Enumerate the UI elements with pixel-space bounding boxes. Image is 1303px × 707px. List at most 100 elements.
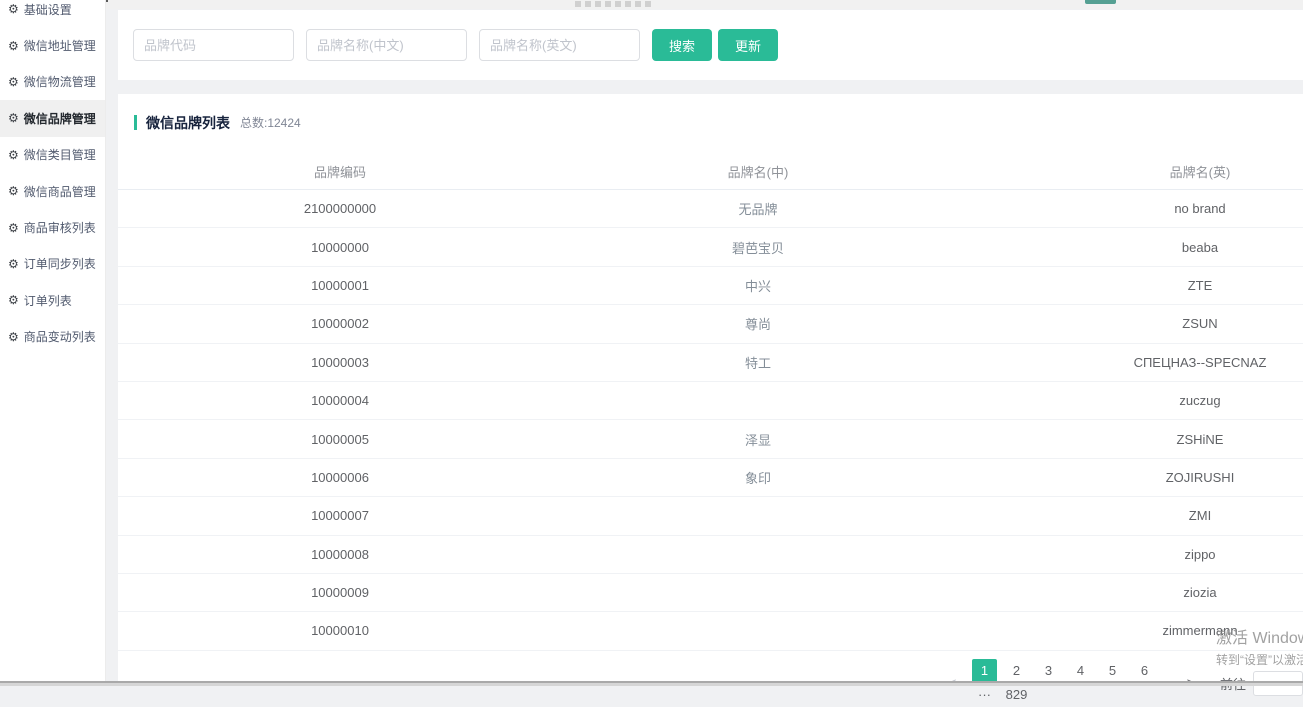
table-row: 10000002 尊尚 ZSUN (118, 305, 1303, 344)
total-count: 总数:12424 (240, 116, 301, 130)
sidebar-item-label: 商品变动列表 (23, 330, 96, 345)
column-header-brand-code: 品牌编码 (313, 165, 366, 180)
sidebar-item-wechat-brand[interactable]: ⚙ 微信品牌管理 (0, 100, 105, 137)
gear-icon: ⚙ (8, 220, 19, 235)
cell-brand-name-en: zuczug (1179, 393, 1221, 409)
sidebar-menu: ⚙ 基础设置 ⚙ 微信地址管理 ⚙ 微信物流管理 ⚙ 微信品牌管理 ⚙ 微信类目管理 ⚙ 微信商品管理… (0, 0, 105, 355)
list-title-row: 微信品牌列表 总数:12424 (118, 94, 1303, 131)
sidebar-item-wechat-category[interactable]: ⚙ 微信类目管理 (0, 137, 105, 173)
table-row: 10000008 zippo (118, 536, 1303, 574)
table-row: 10000001 中兴 ZTE (118, 267, 1303, 306)
table-row: 10000003 特工 СПЕЦНАЗ--SPECNAZ (118, 344, 1303, 382)
cell-brand-code: 10000008 (311, 546, 369, 562)
column-header-brand-name-en: 品牌名(英) (1169, 165, 1231, 180)
watermark-line1: 激活 Windows (1216, 630, 1303, 647)
page-button-3[interactable]: 3 (1036, 659, 1061, 683)
sidebar-item-label: 订单列表 (23, 293, 72, 308)
sidebar-item-wechat-address[interactable]: ⚙ 微信地址管理 (0, 27, 105, 63)
sidebar-item-order-list[interactable]: ⚙ 订单列表 (0, 282, 105, 318)
page-button-1[interactable]: 1 (972, 659, 997, 683)
page-button-829[interactable]: 829 (1004, 683, 1029, 707)
watermark-line2: 转到“设置”以激活 Windows (1216, 653, 1303, 667)
cell-brand-name-zh: 泽显 (744, 432, 771, 448)
cell-brand-name-zh: 特工 (744, 355, 771, 371)
table-row: 10000009 ziozia (118, 574, 1303, 613)
column-header-brand-name-zh: 品牌名(中) (727, 165, 789, 180)
table-row: 2100000000 无品牌 no brand (118, 190, 1303, 229)
windows-activation-watermark: 激活 Windows 转到“设置”以激活 Windows (1216, 624, 1303, 668)
sidebar-item-wechat-logistics[interactable]: ⚙ 微信物流管理 (0, 64, 105, 100)
more-pages-button[interactable]: ··· (972, 683, 997, 707)
cell-brand-name-en: ziozia (1183, 585, 1217, 601)
search-bar: 搜索 更新 (118, 10, 1303, 80)
sidebar-item-product-change[interactable]: ⚙ 商品变动列表 (0, 319, 105, 355)
table-body: 2100000000 无品牌 no brand 10000000 碧芭宝贝 beaba 10… (118, 190, 1303, 651)
sidebar-item-label: 商品审核列表 (23, 221, 96, 236)
page-button-4[interactable]: 4 (1068, 659, 1093, 683)
bottom-edge-bar (0, 681, 1303, 686)
brand-name-en-input[interactable] (479, 29, 640, 61)
table-header-row: 品牌编码 品牌名(中) 品牌名(英) (118, 154, 1303, 190)
cell-brand-name-en: zippo (1184, 546, 1216, 562)
table-row: 10000004 zuczug (118, 382, 1303, 421)
cell-brand-code: 10000004 (311, 393, 369, 409)
table-row: 10000006 象印 ZOJIRUSHI (118, 459, 1303, 498)
page-title: 微信品牌列表 (146, 114, 230, 131)
cell-brand-code: 10000009 (311, 585, 369, 601)
page-button-2[interactable]: 2 (1004, 659, 1029, 683)
update-button[interactable]: 更新 (718, 29, 779, 61)
table-row: 10000000 碧芭宝贝 beaba (118, 228, 1303, 267)
cell-brand-code: 10000010 (311, 623, 369, 639)
cell-brand-name-en: no brand (1174, 201, 1226, 217)
cell-brand-name-zh: 无品牌 (738, 202, 778, 218)
gear-icon: ⚙ (8, 256, 19, 271)
cell-brand-name-en: ZMI (1188, 508, 1212, 524)
search-button[interactable]: 搜索 (652, 29, 713, 61)
cell-brand-code: 10000006 (311, 469, 369, 485)
gear-icon: ⚙ (8, 184, 19, 199)
brand-table: 品牌编码 品牌名(中) 品牌名(英) 2100000000 无品牌 no brand… (118, 154, 1303, 651)
sidebar-item-basic-settings[interactable]: ⚙ 基础设置 (0, 0, 105, 27)
gear-icon: ⚙ (8, 2, 19, 17)
cell-brand-name-en: ZTE (1187, 277, 1213, 293)
cell-brand-code: 10000007 (311, 508, 369, 524)
cell-brand-code: 10000001 (311, 277, 369, 293)
cell-brand-name-zh: 象印 (744, 470, 771, 486)
table-row: 10000005 泽显 ZSHiNE (118, 420, 1303, 459)
gear-icon: ⚙ (8, 147, 19, 162)
sidebar-item-label: 微信物流管理 (23, 75, 96, 90)
cell-brand-name-en: СПЕЦНАЗ--SPECNAZ (1133, 354, 1267, 370)
sidebar-item-wechat-product[interactable]: ⚙ 微信商品管理 (0, 173, 105, 209)
top-clipped-bar (106, 0, 1303, 9)
top-clipped-toggle (1085, 0, 1116, 4)
sidebar-item-label: 微信品牌管理 (23, 111, 96, 126)
top-clipped-text (575, 1, 655, 7)
sidebar-item-label: 基础设置 (23, 2, 72, 17)
sidebar-item-label: 订单同步列表 (23, 257, 96, 272)
sidebar: ⚙ 基础设置 ⚙ 微信地址管理 ⚙ 微信物流管理 ⚙ 微信品牌管理 ⚙ 微信类目管理 ⚙ 微信商品管理… (0, 0, 106, 681)
gear-icon: ⚙ (8, 111, 19, 126)
brand-code-input[interactable] (133, 29, 294, 61)
cell-brand-name-en: beaba (1181, 239, 1219, 255)
title-accent-bar (134, 115, 137, 130)
gear-icon: ⚙ (8, 329, 19, 344)
cell-brand-name-en: ZSHiNE (1176, 431, 1224, 447)
cell-brand-code: 10000002 (311, 316, 369, 332)
gear-icon: ⚙ (8, 74, 19, 89)
brand-name-zh-input[interactable] (306, 29, 467, 61)
table-row: 10000010 zimmermann (118, 612, 1303, 651)
cell-brand-code: 10000003 (311, 354, 369, 370)
page-button-5[interactable]: 5 (1100, 659, 1125, 683)
cell-brand-name-zh: 尊尚 (744, 317, 771, 333)
gear-icon: ⚙ (8, 293, 19, 308)
cell-brand-name-en: ZOJIRUSHI (1165, 469, 1235, 485)
gear-icon: ⚙ (8, 38, 19, 53)
table-row: 10000007 ZMI (118, 497, 1303, 536)
sidebar-item-order-sync[interactable]: ⚙ 订单同步列表 (0, 246, 105, 282)
sidebar-item-label: 微信商品管理 (23, 184, 96, 199)
sidebar-item-product-audit[interactable]: ⚙ 商品审核列表 (0, 209, 105, 245)
page-button-6[interactable]: 6 (1132, 659, 1157, 683)
brand-list-card: 微信品牌列表 总数:12424 品牌编码 品牌名(中) 品牌名(英) 2 1000… (118, 94, 1303, 681)
cell-brand-name-en: ZSUN (1182, 316, 1218, 332)
cell-brand-name-zh: 中兴 (744, 278, 771, 294)
